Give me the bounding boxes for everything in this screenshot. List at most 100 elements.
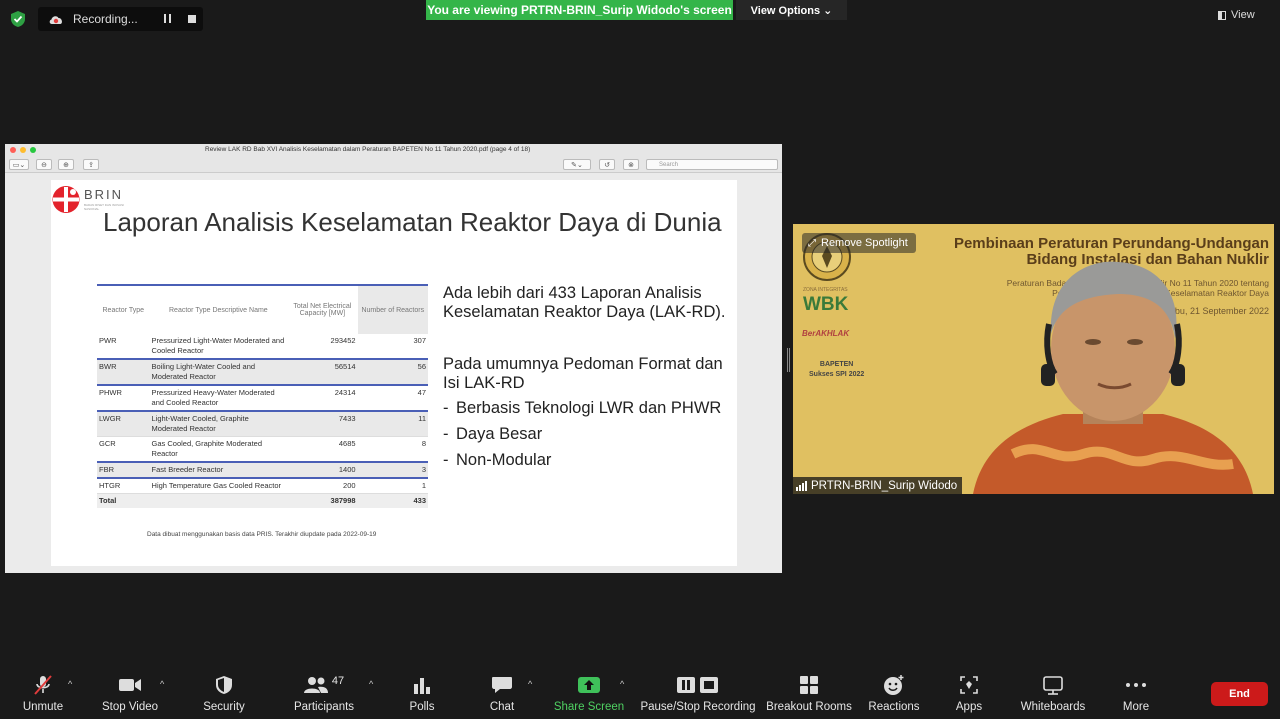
meeting-controls-toolbar: Unmute ^ Stop Video ^ Security 47 Partic…	[0, 663, 1280, 719]
table-row: GCR Gas Cooled, Graphite Moderated React…	[97, 436, 428, 463]
cell-capacity: 56514	[287, 359, 358, 386]
whiteboard-icon	[1036, 672, 1070, 698]
view-button[interactable]: View	[1218, 9, 1255, 21]
encryption-shield-icon[interactable]	[10, 10, 26, 28]
cell-count: 3	[357, 462, 428, 479]
cell-name: Pressurized Light-Water Moderated and Co…	[149, 334, 288, 360]
apps-button[interactable]: Apps	[949, 663, 989, 713]
reactions-smiley-icon	[877, 672, 911, 698]
split-view-divider[interactable]	[787, 348, 790, 372]
participant-name-tag: PRTRN-BRIN_Surip Widodo	[793, 477, 963, 494]
participant-name: PRTRN-BRIN_Surip Widodo	[811, 479, 958, 492]
remove-spotlight-button[interactable]: ⤢ Remove Spotlight	[802, 233, 916, 253]
bapeten-badge-line-1: BAPETEN	[819, 361, 854, 368]
markup-pen-icon[interactable]: ✎⌄	[563, 159, 591, 170]
recording-indicator: Recording...	[38, 7, 203, 31]
muted-microphone-icon	[26, 672, 60, 698]
video-options-chevron-icon[interactable]: ^	[160, 679, 164, 689]
stop-video-label: Stop Video	[101, 701, 159, 713]
sidebar-toggle-icon[interactable]: ▭⌄	[9, 159, 29, 170]
share-icon[interactable]: ⇪	[83, 159, 99, 170]
security-button[interactable]: Security	[198, 663, 250, 713]
cell-type: FBR	[97, 462, 150, 479]
apps-label: Apps	[955, 701, 983, 713]
cell-type: PWR	[97, 334, 150, 360]
stop-recording-icon[interactable]	[188, 15, 196, 23]
apps-icon	[952, 672, 986, 698]
cell-name: Boiling Light-Water Cooled and Moderated…	[149, 359, 288, 386]
list-item: - Daya Besar	[443, 425, 543, 443]
cell-count: 1	[357, 478, 428, 494]
breakout-rooms-button[interactable]: Breakout Rooms	[765, 663, 853, 713]
security-shield-icon	[207, 672, 241, 698]
chat-button[interactable]: Chat	[482, 663, 522, 713]
cloud-recording-icon	[49, 15, 62, 24]
zoom-meeting-window: Recording... You are viewing PRTRN-BRIN_…	[0, 0, 1280, 719]
bullet-text: Non-Modular	[456, 451, 552, 469]
pause-recording-icon[interactable]	[164, 14, 171, 23]
more-button[interactable]: More	[1116, 663, 1156, 713]
close-window-icon[interactable]	[10, 147, 16, 153]
reactions-button[interactable]: Reactions	[866, 663, 922, 713]
shared-pdf-window: Review LAK RD Bab XVI Analisis Keselamat…	[5, 144, 782, 573]
pdf-search-input[interactable]: Search	[646, 159, 778, 170]
view-options-button[interactable]: View Options ⌄	[736, 0, 847, 20]
table-header-row: Reactor Type Reactor Type Descriptive Na…	[97, 284, 428, 334]
minimize-window-icon[interactable]	[20, 147, 26, 153]
share-screen-label: Share Screen	[553, 701, 625, 713]
slide-paragraph-2: Pada umumnya Pedoman Format dan Isi LAK-…	[443, 355, 723, 392]
end-meeting-button[interactable]: End	[1211, 682, 1268, 706]
cell-count: 11	[357, 411, 428, 437]
breakout-rooms-label: Breakout Rooms	[766, 701, 852, 713]
brin-logo-text: BRIN	[84, 187, 124, 202]
zoom-out-icon[interactable]: ⊖	[36, 159, 52, 170]
cell-name: High Temperature Gas Cooled Reactor	[149, 478, 288, 494]
unmute-button[interactable]: Unmute	[17, 663, 69, 713]
chat-options-chevron-icon[interactable]: ^	[528, 679, 532, 689]
bapeten-badge-line-2: Sukses SPI 2022	[809, 371, 865, 378]
participants-count: 47	[331, 675, 345, 687]
slide-page: BRIN BADAN RISET DAN INOVASI NASIONAL La…	[51, 180, 737, 566]
header-capacity: Total Net Electrical Capacity [MW]	[287, 284, 358, 334]
table-row: PHWR Pressurized Heavy-Water Moderated a…	[97, 385, 428, 412]
remove-spotlight-label: Remove Spotlight	[821, 237, 908, 249]
cell-type: PHWR	[97, 385, 150, 412]
cell-type: LWGR	[97, 411, 150, 437]
cell-count: 8	[357, 436, 428, 463]
table-row: FBR Fast Breeder Reactor 1400 3	[97, 462, 428, 479]
participants-button[interactable]: 47 Participants	[292, 663, 356, 713]
slide-paragraph-1: Ada lebih dari 433 Laporan Analisis Kese…	[443, 284, 726, 321]
wbk-logo: WBK	[803, 294, 849, 315]
pdf-page-area: BRIN BADAN RISET DAN INOVASI NASIONAL La…	[5, 173, 782, 573]
share-options-chevron-icon[interactable]: ^	[620, 679, 624, 689]
rotate-icon[interactable]: ↺	[599, 159, 615, 170]
more-dots-icon	[1119, 672, 1153, 698]
polls-button[interactable]: Polls	[402, 663, 442, 713]
view-button-label: View	[1231, 9, 1255, 21]
reactor-table: Reactor Type Reactor Type Descriptive Na…	[97, 284, 428, 508]
cell-type: GCR	[97, 436, 150, 463]
chat-bubble-icon	[485, 672, 519, 698]
stop-video-button[interactable]: Stop Video	[99, 663, 161, 713]
table-row: PWR Pressurized Light-Water Moderated an…	[97, 334, 428, 360]
speaker-video-tile: Pembinaan Peraturan Perundang-Undangan B…	[793, 224, 1274, 494]
zoom-window-icon[interactable]	[30, 147, 36, 153]
zoom-in-icon[interactable]: ⊕	[58, 159, 74, 170]
polls-label: Polls	[409, 701, 435, 713]
participants-icon: 47	[299, 672, 349, 698]
cell-empty	[149, 493, 288, 508]
whiteboards-button[interactable]: Whiteboards	[1016, 663, 1090, 713]
cell-count: 307	[357, 334, 428, 360]
unmute-label: Unmute	[22, 701, 64, 713]
bapeten-badge: BAPETEN Sukses SPI 2022	[809, 360, 864, 380]
whiteboards-label: Whiteboards	[1020, 701, 1086, 713]
speaker-person-image	[973, 261, 1253, 494]
audio-options-chevron-icon[interactable]: ^	[68, 679, 72, 689]
share-screen-icon	[572, 672, 606, 698]
participants-options-chevron-icon[interactable]: ^	[369, 679, 373, 689]
pdf-titlebar: Review LAK RD Bab XVI Analisis Keselamat…	[5, 144, 782, 156]
share-screen-button[interactable]: Share Screen	[553, 663, 625, 713]
pause-stop-recording-button[interactable]: Pause/Stop Recording	[640, 663, 756, 713]
annotate-icon[interactable]: ⊗	[623, 159, 639, 170]
brin-logo-icon	[52, 186, 80, 213]
